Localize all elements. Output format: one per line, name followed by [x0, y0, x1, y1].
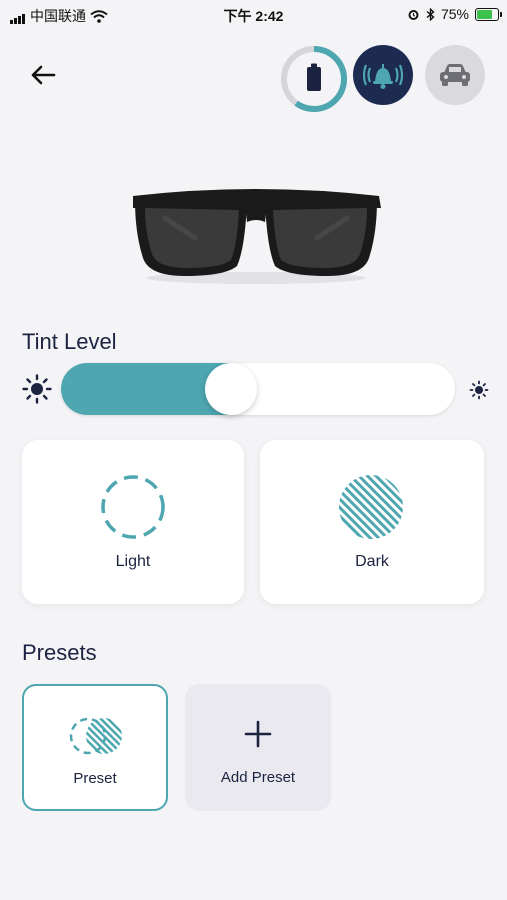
driving-mode-button[interactable] — [425, 45, 485, 105]
status-bar: 中国联通 下午 2:42 75% — [0, 0, 507, 28]
battery-status-button[interactable] — [280, 45, 348, 113]
add-preset-label: Add Preset — [220, 769, 296, 786]
status-right: 75% — [407, 6, 502, 22]
light-mode-card[interactable]: Light — [22, 440, 244, 604]
tint-level-title: Tint Level — [22, 329, 117, 354]
dark-mode-card[interactable]: Dark — [260, 440, 484, 604]
car-icon — [440, 64, 470, 86]
dashed-circle-icon — [101, 475, 165, 539]
alarm-icon — [408, 9, 419, 20]
dark-mode-label: Dark — [355, 553, 389, 570]
battery-percent: 75% — [440, 6, 469, 22]
bell-icon — [363, 64, 403, 89]
sun-small-icon — [469, 380, 489, 400]
sun-large-icon — [22, 374, 52, 404]
battery-icon — [307, 63, 321, 91]
preset-card[interactable]: Preset — [22, 684, 168, 811]
preset-icon — [69, 717, 122, 755]
battery-status-icon — [475, 7, 502, 21]
battery-ring — [281, 46, 347, 112]
preset-label: Preset — [73, 770, 117, 787]
tint-slider[interactable] — [61, 363, 455, 415]
arrow-left-icon — [31, 65, 56, 85]
presets-title: Presets — [22, 640, 97, 665]
add-preset-card[interactable]: Add Preset — [185, 684, 331, 811]
light-mode-label: Light — [115, 553, 151, 570]
tint-slider-knob[interactable] — [205, 363, 257, 415]
plus-icon — [244, 720, 272, 748]
sunglasses-image — [125, 178, 387, 288]
hatched-circle-icon — [339, 475, 403, 539]
back-button[interactable] — [26, 58, 60, 92]
bluetooth-icon — [426, 7, 435, 21]
alert-button[interactable] — [353, 45, 413, 105]
